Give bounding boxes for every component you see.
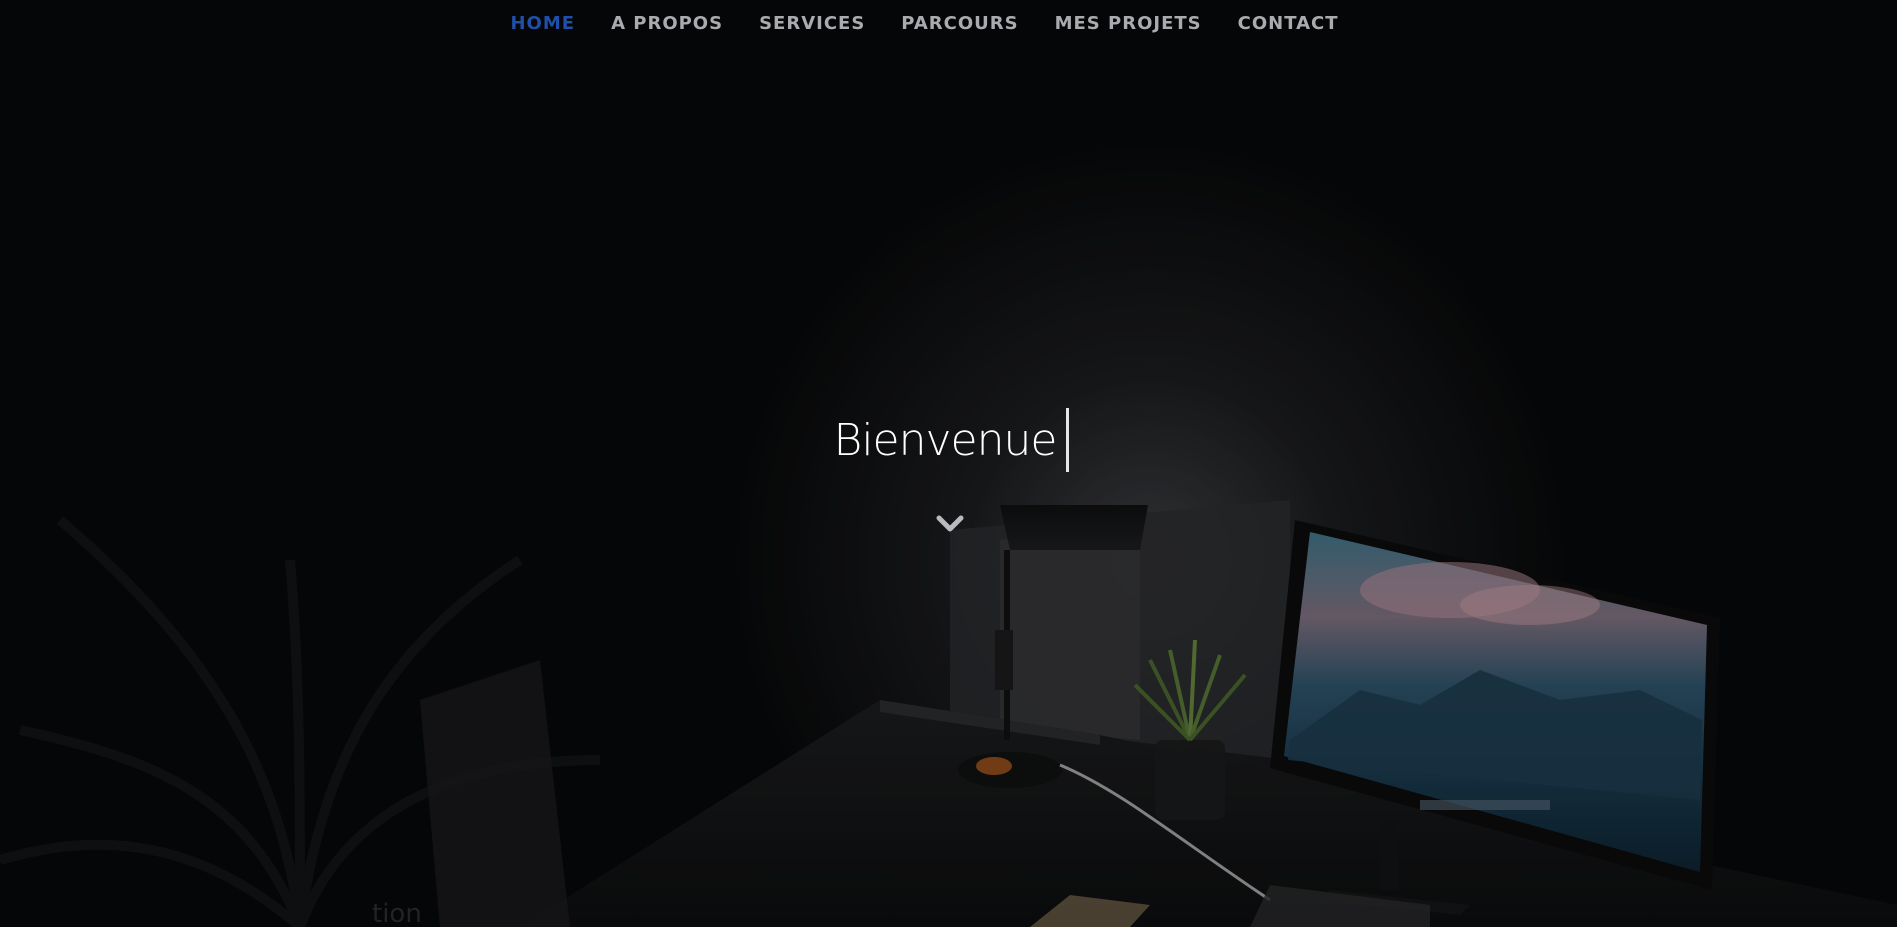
nav-menu: HOME A PROPOS SERVICES PARCOURS MES PROJ… xyxy=(492,13,1356,34)
nav-item-home[interactable]: HOME xyxy=(510,13,575,34)
nav-item-a-propos[interactable]: A PROPOS xyxy=(611,13,723,34)
main-navigation: HOME A PROPOS SERVICES PARCOURS MES PROJ… xyxy=(0,0,1897,92)
typing-caret xyxy=(1066,408,1070,472)
nav-item-contact[interactable]: CONTACT xyxy=(1238,13,1339,34)
nav-item-parcours[interactable]: PARCOURS xyxy=(901,13,1018,34)
nav-item-mes-projets[interactable]: MES PROJETS xyxy=(1055,13,1202,34)
chevron-down-icon[interactable] xyxy=(935,513,965,535)
hero-title: Bienvenue xyxy=(833,414,1058,466)
hero-section: tion HOME A PROPOS SERVICES PARCOURS MES… xyxy=(0,0,1897,927)
hero-title-container: Bienvenue xyxy=(0,408,1897,472)
nav-item-services[interactable]: SERVICES xyxy=(759,13,865,34)
